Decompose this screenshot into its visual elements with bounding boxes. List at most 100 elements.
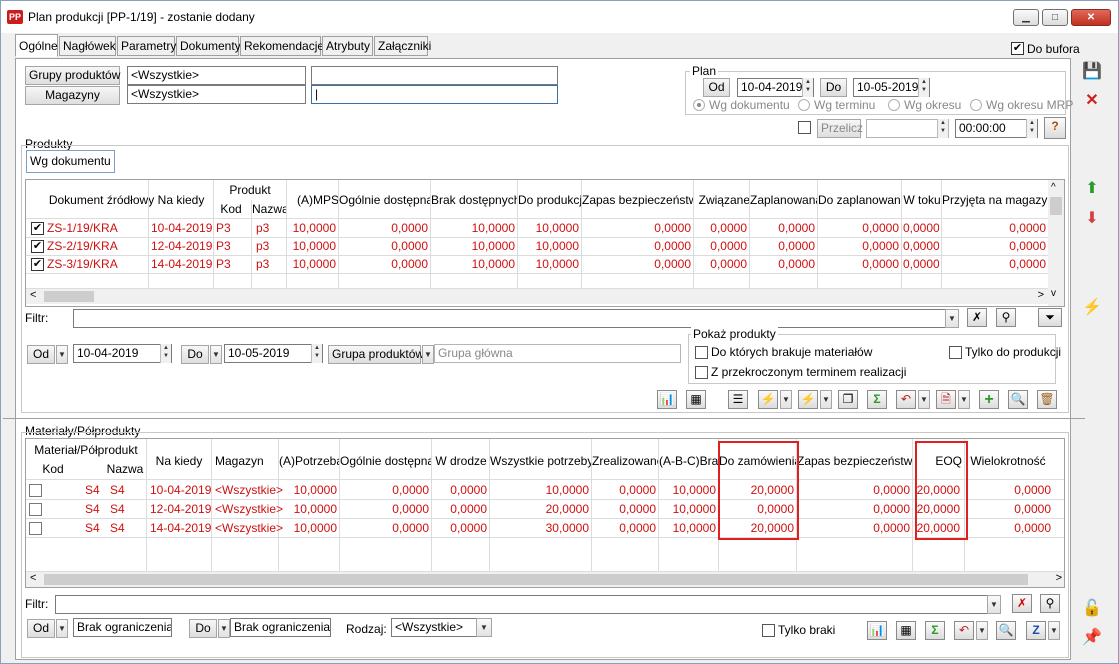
materialy-od-dropdown[interactable]: ▼ [56,619,68,638]
col-na-kiedy[interactable]: Na kiedy [147,454,211,468]
tab-ogolne[interactable]: Ogólne [15,34,58,57]
przelicz-button[interactable]: Przelicz [817,119,863,138]
grupa-produktow-button[interactable]: Grupa produktów [328,345,424,364]
undo-icon[interactable]: ↶ [896,390,916,409]
braki-materialow-checkbox[interactable] [695,346,708,359]
materialy-z-dropdown[interactable]: ▼ [1048,621,1060,640]
close-button[interactable]: ✕ [1071,9,1111,26]
col-abc[interactable]: (A-B-C)Braki [659,454,719,468]
green-lightning-icon[interactable]: ⚡ [798,390,818,409]
col-zaplanowana[interactable]: Zaplanowana [750,193,818,207]
produkty-do-button[interactable]: Do [181,345,209,364]
row-checkbox[interactable] [29,522,42,535]
do-bufora-checkbox[interactable]: ✔ [1011,42,1024,55]
magazyny-extra-input[interactable]: | [311,85,558,104]
materialy-undo-icon[interactable]: ↶ [954,621,974,640]
materialy-filter-search-icon[interactable]: ⚲ [1040,594,1060,613]
przelicz-checkbox[interactable] [798,121,811,134]
materialy-sum-icon[interactable]: Σ [925,621,945,640]
document-icon[interactable]: 🗎 [936,390,956,409]
plan-do-button[interactable]: Do [820,78,847,97]
col-wszystkie[interactable]: Wszystkie potrzeby [490,454,592,468]
cancel-icon[interactable]: ✕ [1080,90,1104,114]
clear-filter-icon[interactable]: ✗ [967,308,987,327]
chart-icon[interactable]: 📊 [657,390,677,409]
tylko-do-produkcji-checkbox[interactable] [949,346,962,359]
maximize-button[interactable]: □ [1042,9,1068,26]
grupa-produktow-dropdown[interactable]: ▼ [422,345,434,364]
help-icon[interactable]: ? [1044,117,1066,139]
grupy-produktow-button[interactable]: Grupy produktów [25,66,120,85]
produkty-hscrollbar[interactable]: < > [26,288,1048,304]
produkty-filtr-dropdown[interactable]: ▼ [945,309,959,328]
radio-wg-terminu[interactable] [798,99,810,111]
col-kod[interactable]: Kod [214,202,248,216]
export-up-icon[interactable]: ⬆ [1080,178,1104,202]
materialy-grid-icon[interactable]: ▦ [896,621,916,640]
materialy-filtr-dropdown[interactable]: ▼ [987,595,1001,614]
document-dropdown[interactable]: ▼ [958,390,970,409]
materialy-filtr-input[interactable] [55,595,1001,614]
tab-dokumenty[interactable]: Dokumenty [176,36,241,56]
search-icon[interactable]: 🔍 [1008,390,1028,409]
pin-icon[interactable]: 📌 [1080,627,1104,651]
materialy-hscrollbar[interactable]: < > [26,571,1064,587]
plan-do-spin[interactable]: ▲ ▼ [918,78,929,97]
materialy-do-input[interactable]: Brak ograniczenia [230,618,331,637]
col-do-zaplanowania[interactable]: Do zaplanowania [818,193,902,207]
produkty-do-input[interactable]: 10-05-2019 [224,344,323,363]
row-checkbox[interactable] [29,503,42,516]
plan-od-spin[interactable]: ▲ ▼ [802,78,813,97]
col-nazwa[interactable]: Nazwa [252,202,286,216]
tab-parametry[interactable]: Parametry [117,36,176,56]
green-lightning-dropdown[interactable]: ▼ [820,390,832,409]
row-checkbox[interactable]: ✔ [31,258,44,271]
plan-od-button[interactable]: Od [703,78,730,97]
grupy-produktow-input[interactable]: <Wszystkie> [127,66,306,85]
magazyny-button[interactable]: Magazyny [25,86,120,105]
materialy-search-icon[interactable]: 🔍 [996,621,1016,640]
subtab-wg-dokumentu[interactable]: Wg dokumentu [26,150,115,173]
copy-icon[interactable]: ❐ [838,390,858,409]
generate-icon[interactable]: ▦ [686,390,706,409]
list-icon[interactable]: ☰ [728,390,748,409]
col-zapas[interactable]: Zapas bezpieczeństwa [797,454,913,468]
grupa-produktow-input[interactable]: Grupa główna [434,344,681,363]
col-w-toku[interactable]: W toku [902,193,942,207]
radio-wg-okresu[interactable] [888,99,900,111]
produkty-od-button[interactable]: Od [27,345,55,364]
lightning-dropdown[interactable]: ▼ [780,390,792,409]
produkty-vscrollbar[interactable]: ^ v [1048,180,1064,306]
materialy-do-button[interactable]: Do [189,619,217,638]
undo-dropdown[interactable]: ▼ [918,390,930,409]
materialy-undo-dropdown[interactable]: ▼ [976,621,988,640]
tab-zalaczniki[interactable]: Załączniki [374,36,431,56]
col-przyjeta[interactable]: Przyjęta na magazyn [942,193,1049,207]
materialy-od-button[interactable]: Od [27,619,55,638]
row-checkbox[interactable]: ✔ [31,240,44,253]
col-w-drodze[interactable]: W drodze [432,454,490,468]
col-brak[interactable]: Brak dostępnych [431,193,518,207]
col-kod[interactable]: Kod [26,462,80,476]
radio-wg-okresu-mrp[interactable] [970,99,982,111]
save-icon[interactable]: 💾 [1080,61,1104,85]
tab-rekomendacje[interactable]: Rekomendacje [240,36,324,56]
filter-expand-icon[interactable]: ⏷ [1038,308,1062,327]
materialy-z-icon[interactable]: Z [1026,621,1046,640]
przekroczony-termin-checkbox[interactable] [695,366,708,379]
col-wielokrotnosc[interactable]: Wielokrotność [965,454,1051,468]
col-zapas[interactable]: Zapas bezpieczeństwa [582,193,694,207]
tylko-braki-checkbox[interactable] [762,624,775,637]
add-icon[interactable]: + [979,390,999,409]
row-checkbox[interactable]: ✔ [31,222,44,235]
materialy-chart-icon[interactable]: 📊 [867,621,887,640]
produkty-od-spin[interactable]: ▲ ▼ [160,344,171,363]
import-down-icon[interactable]: ⬇ [1080,208,1104,232]
materialy-do-dropdown[interactable]: ▼ [218,619,230,638]
lock-icon[interactable]: 🔓 [1080,598,1104,622]
col-zwiazane[interactable]: Związane [694,193,750,207]
col-magazyn[interactable]: Magazyn [212,454,278,468]
lightning-side-icon[interactable]: ⚡ [1080,297,1104,321]
col-zrealizowano[interactable]: Zrealizowano [592,454,659,468]
col-ogolnie[interactable]: Ogólnie dostępna [340,454,432,468]
